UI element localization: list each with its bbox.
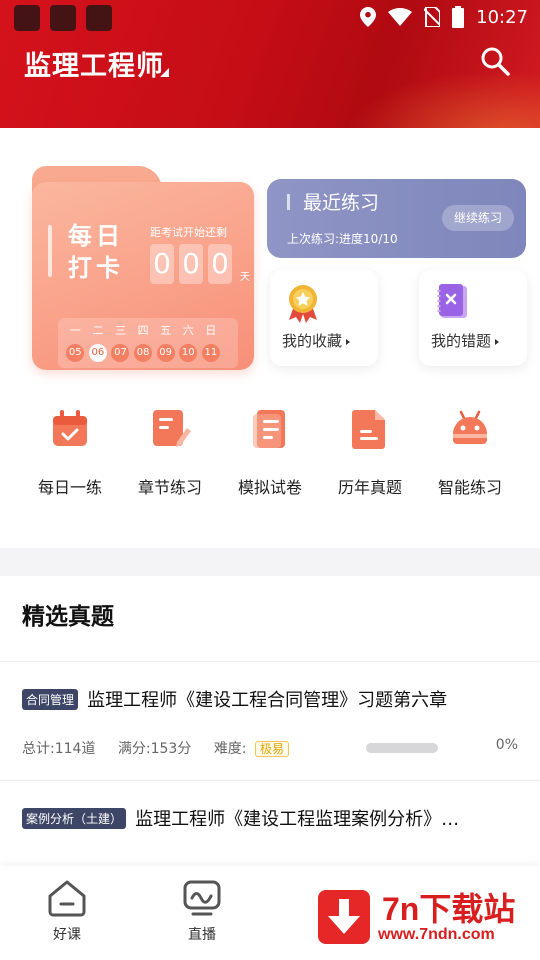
my-favorites-card[interactable]: 我的收藏	[270, 270, 378, 366]
weekday-label: 五	[160, 324, 172, 337]
quick-menu-label: 每日一练	[37, 478, 102, 497]
difficulty-label: 难度:	[213, 741, 247, 757]
countdown-unit: 天	[240, 272, 250, 283]
quick-menu-item-chapter[interactable]: 章节练习	[120, 404, 220, 514]
weekday-label: 六	[182, 324, 194, 337]
nav-label: 好课	[53, 927, 81, 943]
accent-bar	[287, 194, 290, 210]
weekday-label: 日	[205, 324, 217, 337]
accent-bar	[48, 225, 52, 277]
countdown-digit: 0	[150, 244, 174, 284]
daily-checkin-card[interactable]: 每日打卡 距考试开始还剩 0 0 0 天 一 二 三 四 五 六 日 05 06…	[32, 166, 254, 370]
recent-practice-title: 最近练习	[303, 192, 380, 214]
no-sim-icon	[424, 7, 441, 27]
calendar-date[interactable]: 07	[111, 344, 130, 362]
question-set-title[interactable]: 监理工程师《建设工程监理案例分析》…	[135, 805, 459, 831]
quick-menu-label: 智能练习	[437, 478, 502, 497]
divider	[0, 661, 540, 662]
quick-menu-item-past[interactable]: 历年真题	[320, 404, 420, 514]
calendar-date[interactable]: 08	[134, 344, 153, 362]
difficulty-badge: 极易	[254, 741, 289, 757]
weekday-label: 二	[92, 324, 104, 337]
quick-menu-item-mock[interactable]: 模拟试卷	[220, 404, 320, 514]
arrow-right-icon	[495, 338, 500, 345]
image-icon	[50, 5, 76, 31]
divider	[0, 780, 540, 781]
medal-icon	[289, 285, 317, 323]
notification-icon	[86, 5, 112, 31]
week-calendar: 一 二 三 四 五 六 日 05 06 07 08 09 10 11	[58, 318, 238, 368]
quick-menu-label: 历年真题	[337, 478, 402, 497]
progress-bar	[366, 743, 438, 753]
progress-percent: 0%	[495, 737, 518, 753]
question-full-score: 满分:153分	[117, 741, 192, 757]
calendar-date[interactable]: 11	[201, 344, 220, 362]
question-set-title-row[interactable]: 合同管理 监理工程师《建设工程合同管理》习题第六章	[22, 686, 522, 712]
question-set-meta: 总计:114道 满分:153分 难度: 极易	[22, 738, 522, 758]
calendar-date[interactable]: 05	[66, 344, 85, 362]
my-favorites-label: 我的收藏	[282, 330, 351, 351]
weekday-label: 四	[137, 324, 149, 337]
calendar-date[interactable]: 09	[156, 344, 175, 362]
question-set-title-row[interactable]: 案例分析（土建） 监理工程师《建设工程监理案例分析》…	[22, 805, 522, 831]
calendar-date[interactable]: 10	[179, 344, 198, 362]
countdown-digits: 0 0 0	[150, 244, 232, 284]
calendar-date-today[interactable]: 06	[88, 344, 107, 362]
category-tag: 案例分析（土建）	[22, 807, 127, 829]
document-icon	[352, 410, 385, 449]
quick-menu-label: 模拟试卷	[237, 478, 302, 497]
weekday-label: 三	[114, 324, 126, 337]
countdown-digit: 0	[179, 244, 203, 284]
quick-menu-item-smart[interactable]: 智能练习	[420, 404, 520, 514]
continue-practice-button[interactable]: 继续练习	[441, 205, 514, 231]
location-icon	[360, 7, 377, 27]
recent-practice-progress: 上次练习:进度10/10	[287, 232, 398, 246]
android-robot-icon	[453, 410, 487, 444]
nav-label: 直播	[188, 927, 216, 943]
section-title: 精选真题	[22, 604, 114, 630]
page-title[interactable]: 监理工程师	[24, 44, 164, 83]
featured-section: 精选真题 合同管理 监理工程师《建设工程合同管理》习题第六章 总计:114道 满…	[0, 576, 540, 866]
dropdown-caret-icon[interactable]	[160, 68, 169, 77]
quick-menu: 每日一练 章节练习 模拟试卷 历年真题 智能练习	[20, 404, 520, 514]
wifi-icon	[388, 8, 413, 26]
home-course-icon	[48, 880, 86, 917]
status-bar: 10:27	[0, 0, 540, 36]
question-total: 总计:114道	[22, 741, 96, 757]
my-mistakes-label: 我的错题	[431, 330, 500, 351]
watermark-brand: 7n下载站	[382, 891, 516, 927]
checkin-title: 每日打卡	[68, 221, 124, 282]
question-set-title[interactable]: 监理工程师《建设工程合同管理》习题第六章	[87, 686, 447, 712]
watermark: 7n下载站 www.7ndn.com	[296, 874, 536, 956]
countdown-label: 距考试开始还剩	[150, 226, 227, 239]
download-logo-icon	[318, 890, 370, 944]
my-mistakes-card[interactable]: 我的错题	[419, 270, 527, 366]
checkin-body: 每日打卡 距考试开始还剩 0 0 0 天 一 二 三 四 五 六 日 05 06…	[32, 182, 254, 370]
quick-menu-item-daily[interactable]: 每日一练	[20, 404, 120, 514]
quick-menu-label: 章节练习	[137, 478, 202, 497]
calendar-check-icon	[53, 410, 87, 446]
clock: 10:27	[476, 6, 528, 28]
search-icon[interactable]	[480, 46, 510, 76]
arrow-right-icon	[346, 338, 351, 345]
my-favorites-text: 我的收藏	[282, 332, 343, 350]
notification-icon	[14, 5, 40, 31]
nav-tab-courses[interactable]: 好课	[27, 878, 107, 944]
notebook-error-icon	[437, 284, 467, 318]
weekday-label: 一	[69, 324, 81, 337]
app-header: 10:27 监理工程师	[0, 0, 540, 128]
nav-tab-live[interactable]: 直播	[162, 878, 242, 944]
category-tag: 合同管理	[22, 688, 79, 710]
countdown-digit: 0	[208, 244, 232, 284]
watermark-url: www.7ndn.com	[378, 926, 495, 943]
live-tv-icon	[183, 880, 221, 916]
recent-practice-card[interactable]: 最近练习 上次练习:进度10/10 继续练习	[267, 179, 526, 258]
battery-icon	[452, 6, 465, 28]
my-mistakes-text: 我的错题	[431, 332, 492, 350]
note-edit-icon	[153, 410, 191, 447]
paper-list-icon	[253, 410, 285, 448]
